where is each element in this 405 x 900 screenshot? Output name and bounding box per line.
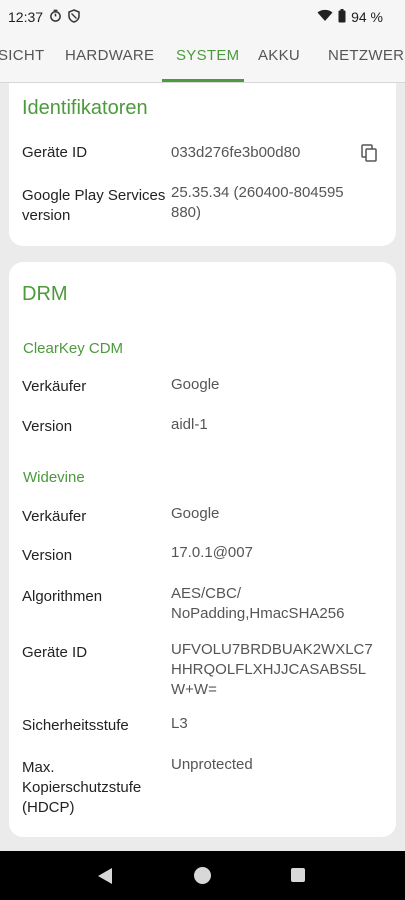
tab-uebersicht[interactable]: SICHT xyxy=(0,34,45,82)
widevine-hdcp-label: Max. Kopierschutzstufe (HDCP) xyxy=(22,759,142,816)
widevine-hdcp-value: Unprotected xyxy=(171,756,253,773)
recent-apps-icon[interactable] xyxy=(291,868,305,882)
drm-card: DRM ClearKey CDM Verkäufer Google Versio… xyxy=(9,262,396,837)
widevine-security-level-value: L3 xyxy=(171,715,188,732)
play-services-value: 25.35.34 (260400-804595880) xyxy=(171,184,344,221)
clearkey-version-label: Version xyxy=(22,418,73,435)
drm-title: DRM xyxy=(22,283,68,305)
tab-system[interactable]: SYSTEM xyxy=(176,34,239,82)
widevine-security-level-label: Sicherheitsstufe xyxy=(22,717,129,734)
widevine-vendor-value: Google xyxy=(171,505,220,522)
clearkey-title: ClearKey CDM xyxy=(23,340,124,357)
home-icon[interactable] xyxy=(194,867,211,884)
clearkey-vendor-label: Verkäufer xyxy=(22,378,87,395)
identifiers-title: Identifikatoren xyxy=(22,97,148,119)
widevine-title: Widevine xyxy=(23,469,85,486)
widevine-version-label: Version xyxy=(22,547,73,564)
tab-hardware[interactable]: HARDWARE xyxy=(65,34,154,82)
shield-icon xyxy=(68,8,80,26)
play-services-label: Google Play Services version xyxy=(22,187,166,224)
active-tab-indicator xyxy=(162,79,244,82)
widevine-device-id-label: Geräte ID xyxy=(22,644,88,661)
timer-icon xyxy=(49,9,62,25)
battery-icon xyxy=(338,8,346,26)
status-time: 12:37 xyxy=(8,9,44,25)
widevine-algorithms-label: Algorithmen xyxy=(22,588,103,605)
tab-netzwerk[interactable]: NETZWERK xyxy=(328,34,405,82)
widevine-algorithms-value: AES/CBC/ NoPadding,HmacSHA256 xyxy=(171,585,345,622)
widevine-vendor-label: Verkäufer xyxy=(22,508,87,525)
wifi-icon xyxy=(317,9,333,25)
copy-icon[interactable] xyxy=(361,144,377,162)
tab-bar: SICHT HARDWARE SYSTEM AKKU NETZWERK xyxy=(0,34,405,83)
identifiers-card: Identifikatoren Geräte ID 033d276fe3b00d… xyxy=(9,83,396,246)
widevine-version-value: 17.0.1@007 xyxy=(171,544,253,561)
device-id-value: 033d276fe3b00d80 xyxy=(171,144,301,161)
device-id-label: Geräte ID xyxy=(22,144,88,161)
status-right: 94 % xyxy=(317,8,383,26)
tab-akku[interactable]: AKKU xyxy=(258,34,300,82)
clearkey-vendor-value: Google xyxy=(171,376,220,393)
navigation-bar xyxy=(0,851,405,900)
back-icon[interactable] xyxy=(97,867,113,890)
status-left: 12:37 xyxy=(8,8,80,26)
battery-percent: 94 % xyxy=(351,9,383,25)
clearkey-version-value: aidl-1 xyxy=(171,416,208,433)
widevine-device-id-value: UFVOLU7BRDBUAK2WXLC7HHRQOLFLXHJJCASABS5L… xyxy=(171,641,373,698)
status-bar: 12:37 94 % xyxy=(0,0,405,34)
